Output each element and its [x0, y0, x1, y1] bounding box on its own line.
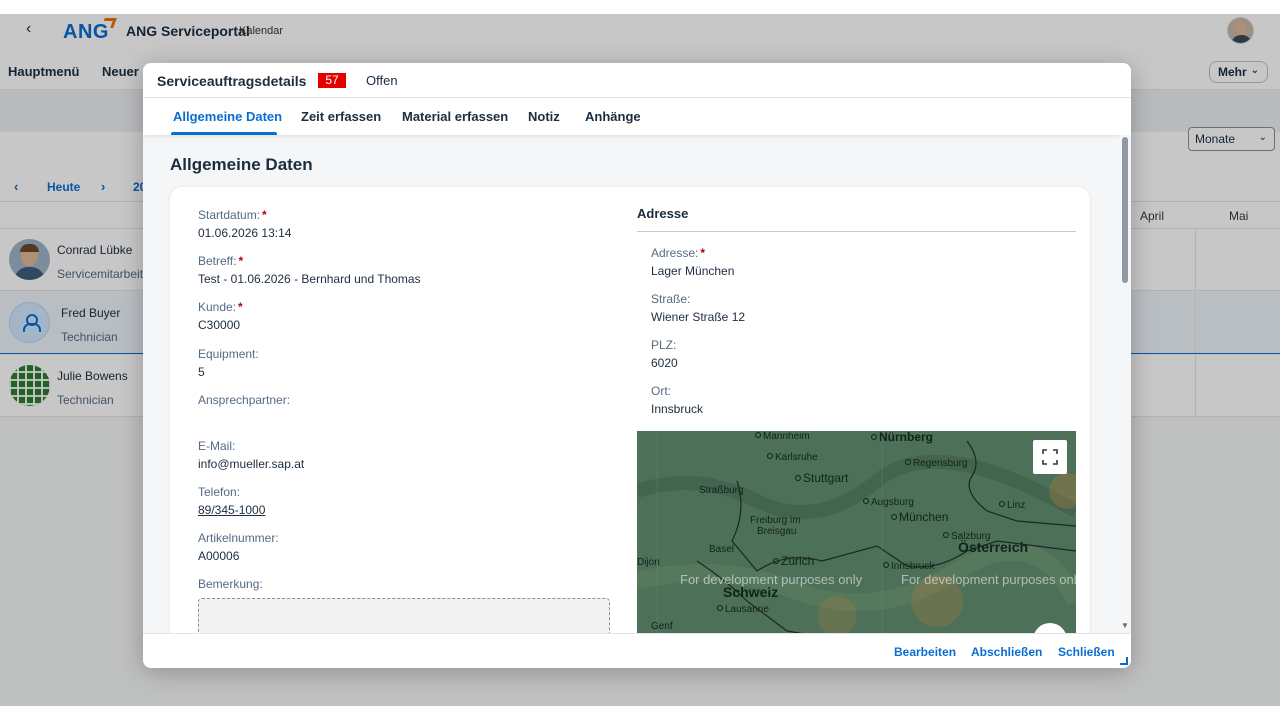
map-watermark: For development purposes only [680, 572, 863, 587]
map-label-breisgau: Breisgau [757, 526, 797, 537]
dialog-scrollbar[interactable]: ▼ [1119, 135, 1131, 633]
dialog-content: Allgemeine Daten Startdatum: * 01.06.2026… [143, 135, 1119, 633]
tab-allgemeine-daten[interactable]: Allgemeine Daten [173, 109, 282, 124]
ansprechpartner-label: Ansprechpartner: [198, 393, 291, 407]
startdatum-label: Startdatum: * [198, 208, 267, 222]
strasse-value: Wiener Straße 12 [651, 310, 746, 324]
kunde-label: Kunde: * [198, 300, 243, 314]
map-label-oesterreich: Österreich [958, 539, 1029, 555]
address-divider [637, 231, 1076, 232]
artikelnummer-label: Artikelnummer: [198, 531, 279, 545]
map-label-stuttgart: Stuttgart [795, 471, 848, 485]
map-label-mannheim: Mannheim [755, 431, 810, 442]
scrollbar-thumb[interactable] [1122, 137, 1128, 283]
tab-material-erfassen[interactable]: Material erfassen [402, 109, 508, 124]
dialog-footer: Bearbeiten Abschließen Schließen [143, 633, 1131, 668]
close-button[interactable]: Schließen [1058, 645, 1115, 659]
startdatum-value: 01.06.2026 13:14 [198, 226, 292, 240]
map-label-karlsruhe: Karlsruhe [767, 452, 818, 463]
map-fullscreen-button[interactable] [1033, 440, 1067, 474]
dialog-header: Serviceauftragsdetails 57 Offen [143, 63, 1131, 98]
edit-button[interactable]: Bearbeiten [894, 645, 956, 659]
ort-label: Ort: [651, 384, 671, 398]
map-label-muenchen: München [891, 510, 948, 524]
betreff-label: Betreff: * [198, 254, 244, 268]
complete-button[interactable]: Abschließen [971, 645, 1042, 659]
order-number-badge: 57 [318, 73, 346, 88]
betreff-value: Test - 01.06.2026 - Bernhard und Thomas [198, 272, 421, 286]
resize-handle-icon[interactable] [1120, 657, 1128, 665]
fullscreen-icon [1042, 449, 1058, 465]
dialog-title: Serviceauftragsdetails [157, 73, 307, 89]
map-label-nuernberg: Nürnberg [871, 431, 933, 444]
tab-notiz[interactable]: Notiz [528, 109, 560, 124]
bemerkung-textarea[interactable] [198, 598, 610, 633]
telefon-label: Telefon: [198, 485, 241, 499]
map-terrain [637, 431, 1076, 633]
map-label-augsburg: Augsburg [863, 497, 914, 508]
map-label-freiburg: Freiburg im [750, 515, 801, 526]
tab-bar: Allgemeine Daten Zeit erfassen Material … [143, 98, 1131, 135]
general-data-card: Startdatum: * 01.06.2026 13:14 Betreff: * … [170, 187, 1090, 633]
map-label-strassburg: Straßburg [699, 485, 744, 496]
order-status: Offen [366, 73, 398, 88]
plz-label: PLZ: [651, 338, 677, 352]
section-title: Allgemeine Daten [170, 155, 313, 174]
address-map[interactable]: Mannheim Nürnberg Karlsruhe Regensburg S… [637, 431, 1076, 633]
adresse-value: Lager München [651, 264, 735, 278]
equipment-value: 5 [198, 365, 205, 379]
address-title: Adresse [637, 206, 689, 221]
kunde-value: C30000 [198, 318, 241, 332]
map-watermark: For development purposes only [901, 572, 1076, 587]
equipment-label: Equipment: [198, 347, 259, 361]
map-label-zuerich: Zürich [773, 554, 814, 568]
adresse-label: Adresse: * [651, 246, 706, 260]
email-value: info@mueller.sap.at [198, 457, 305, 471]
tab-zeit-erfassen[interactable]: Zeit erfassen [301, 109, 381, 124]
email-label: E-Mail: [198, 439, 236, 453]
map-label-dijon: Dijon [637, 557, 660, 568]
map-label-innsbruck: Innsbruck [883, 561, 934, 572]
scroll-down-icon[interactable]: ▼ [1121, 621, 1129, 630]
bemerkung-label: Bemerkung: [198, 577, 263, 591]
ort-value: Innsbruck [651, 402, 704, 416]
telefon-link[interactable]: 89/345-1000 [198, 503, 265, 517]
map-label-regensburg: Regensburg [905, 458, 967, 469]
map-label-genf: Genf [651, 621, 673, 632]
artikelnummer-value: A00006 [198, 549, 240, 563]
map-label-linz: Linz [999, 500, 1025, 511]
map-label-lausanne: Lausanne [717, 604, 769, 615]
service-order-dialog: Serviceauftragsdetails 57 Offen Allgemei… [143, 63, 1131, 668]
tab-anhaenge[interactable]: Anhänge [585, 109, 641, 124]
strasse-label: Straße: [651, 292, 691, 306]
plz-value: 6020 [651, 356, 678, 370]
map-label-basel: Basel [709, 544, 735, 555]
